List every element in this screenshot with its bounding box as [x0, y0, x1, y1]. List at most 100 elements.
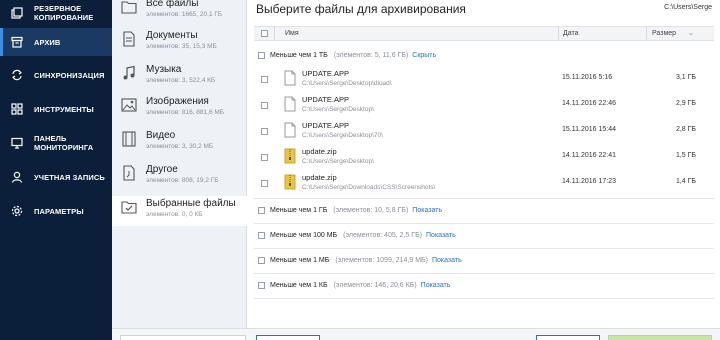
file-checkbox[interactable]: [261, 180, 268, 187]
category-name: Изображения: [146, 96, 209, 107]
file-row[interactable]: update.zip C:\Users\Serge\Downloads\CSS\…: [254, 171, 714, 197]
group-checkbox[interactable]: [258, 231, 265, 239]
category-video[interactable]: Видео элементов: 3, 30,2 МБ: [112, 130, 247, 160]
group-header[interactable]: Меньше чем 1 МБ (элементов: 1099, 214,9 …: [258, 254, 462, 266]
category-stats: элементов: 35, 15,3 МБ: [146, 43, 217, 50]
file-size: 1,4 ГБ: [675, 178, 696, 185]
file-size: 3,1 ГБ: [675, 74, 696, 81]
group-name: Меньше чем 1 ГБ: [270, 206, 328, 214]
file-name: UPDATE.APP: [302, 121, 349, 130]
group-checkbox[interactable]: [258, 256, 265, 264]
bottom-left-button[interactable]: [120, 335, 246, 340]
page-title: Выберите файлы для архивирования: [256, 2, 466, 16]
category-all-files[interactable]: Все файлы элементов: 1665, 20,1 ГБ: [112, 0, 247, 26]
group-checkbox[interactable]: [258, 51, 265, 59]
category-music[interactable]: Музыка элементов: 3, 522,4 КБ: [112, 64, 247, 94]
file-size: 1,5 ГБ: [675, 152, 696, 159]
file-row[interactable]: UPDATE.APP C:\Users\Serge\Desktop\70\ 15…: [254, 119, 714, 145]
document-icon: [120, 30, 138, 48]
nav-item-tools[interactable]: ИНСТРУМЕНТЫ: [0, 96, 112, 122]
nav-item-account[interactable]: УЧЕТНАЯ ЗАПИСЬ: [0, 164, 112, 190]
toggle-group-link[interactable]: Показать: [412, 207, 442, 214]
current-path[interactable]: C:\Users\Serge: [664, 4, 712, 11]
column-date-header[interactable]: Дата: [563, 30, 579, 37]
file-checkbox[interactable]: [261, 154, 268, 161]
bottom-primary-button[interactable]: [608, 335, 712, 340]
toggle-group-link[interactable]: Показать: [426, 232, 456, 239]
folder-icon: [120, 0, 138, 16]
group-checkbox[interactable]: [258, 206, 265, 214]
archive-icon: [10, 35, 24, 49]
group-header[interactable]: Меньше чем 1 КБ (элементов: 146, 20,6 КБ…: [258, 279, 450, 291]
column-header: Имя Дата Размер ⌄: [254, 26, 714, 41]
category-stats: элементов: 3, 30,2 МБ: [146, 143, 214, 150]
divider: [254, 298, 714, 299]
group-header[interactable]: Меньше чем 100 МБ (элементов: 405, 2,5 Г…: [258, 229, 456, 241]
group-stats: (элементов: 405, 2,5 ГБ): [343, 231, 423, 239]
file-row[interactable]: update.zip C:\Users\Serge\Desktop\ 14.11…: [254, 145, 714, 171]
sync-icon: [10, 68, 24, 82]
column-divider: [646, 27, 647, 40]
file-categories-panel: Все файлы элементов: 1665, 20,1 ГБ Докум…: [112, 0, 247, 340]
group-name: Меньше чем 1 ТБ: [270, 51, 328, 59]
file-date: 15.11.2016 5:16: [562, 74, 613, 81]
group-stats: (элементов: 10, 5,8 ГБ): [333, 206, 409, 214]
select-all-checkbox[interactable]: [261, 30, 268, 37]
toggle-group-link[interactable]: Показать: [432, 257, 462, 264]
file-path: C:\Users\Serge\Downloads\CSS\Screenshots…: [302, 184, 436, 191]
nav-item-label: ПАРАМЕТРЫ: [34, 206, 84, 216]
file-icon: [284, 70, 296, 86]
group-header[interactable]: Меньше чем 1 ГБ (элементов: 10, 5,8 ГБ) …: [258, 204, 442, 216]
file-date: 14.11.2016 17:23: [562, 178, 616, 185]
nav-item-backup[interactable]: РЕЗЕРВНОЕ КОПИРОВАНИЕ: [0, 0, 112, 26]
file-name: UPDATE.APP: [302, 69, 349, 78]
backup-icon: [10, 6, 24, 20]
category-other[interactable]: Другое элементов: 808, 19,2 ГБ: [112, 164, 247, 194]
nav-item-dashboard[interactable]: ПАНЕЛЬ МОНИТОРИНГА: [0, 128, 112, 158]
video-icon: [120, 130, 138, 148]
column-size-header[interactable]: Размер: [652, 30, 676, 37]
nav-item-archive[interactable]: АРХИВ: [0, 28, 112, 56]
group-name: Меньше чем 1 КБ: [270, 281, 328, 289]
category-name: Другое: [146, 164, 178, 175]
nav-item-sync[interactable]: СИНХРОНИЗАЦИЯ: [0, 62, 112, 88]
bottom-cancel-button[interactable]: [536, 335, 600, 340]
toggle-group-link[interactable]: Показать: [421, 282, 451, 289]
file-selection-pane: Выберите файлы для архивирования C:\User…: [248, 0, 720, 340]
settings-icon: [10, 204, 24, 218]
group-checkbox[interactable]: [258, 281, 265, 289]
group-stats: (элементов: 1099, 214,9 МБ): [335, 256, 428, 264]
file-row[interactable]: UPDATE.APP C:\Users\Serge\Desktop\ 14.11…: [254, 93, 714, 119]
image-icon: [120, 96, 138, 114]
nav-item-settings[interactable]: ПАРАМЕТРЫ: [0, 198, 112, 224]
category-documents[interactable]: Документы элементов: 35, 15,3 МБ: [112, 30, 247, 60]
file-icon: [284, 122, 296, 138]
file-name: UPDATE.APP: [302, 95, 349, 104]
group-name: Меньше чем 100 МБ: [270, 231, 338, 239]
group-header[interactable]: Меньше чем 1 ТБ (элементов: 5, 11,6 ГБ) …: [258, 49, 436, 61]
divider: [254, 273, 714, 274]
sort-chevron-icon[interactable]: ⌄: [688, 29, 694, 37]
file-size: 2,9 ГБ: [675, 100, 696, 107]
file-row[interactable]: UPDATE.APP C:\Users\Serge\Desktop\dload\…: [254, 67, 714, 93]
divider: [254, 223, 714, 224]
divider: [254, 198, 714, 199]
file-path: C:\Users\Serge\Desktop\: [302, 158, 374, 165]
file-icon: [284, 96, 296, 112]
category-selected-files[interactable]: Выбранные файлы элементов: 0, 0 КБ: [112, 196, 247, 226]
column-name-header[interactable]: Имя: [285, 30, 299, 37]
toggle-group-link[interactable]: Скрыть: [412, 52, 436, 59]
account-icon: [10, 170, 24, 184]
nav-item-label: ИНСТРУМЕНТЫ: [34, 104, 94, 114]
category-name: Выбранные файлы: [146, 198, 236, 209]
file-checkbox[interactable]: [261, 76, 268, 83]
category-images[interactable]: Изображения элементов: 816, 881,6 МБ: [112, 96, 247, 126]
bottom-secondary-button[interactable]: [256, 335, 320, 340]
file-checkbox[interactable]: [261, 102, 268, 109]
file-checkbox[interactable]: [261, 128, 268, 135]
category-name: Все файлы: [146, 0, 199, 9]
music-icon: [120, 64, 138, 82]
selected-files-icon: [120, 198, 138, 216]
file-size: 2,8 ГБ: [675, 126, 696, 133]
file-name: update.zip: [302, 173, 337, 182]
